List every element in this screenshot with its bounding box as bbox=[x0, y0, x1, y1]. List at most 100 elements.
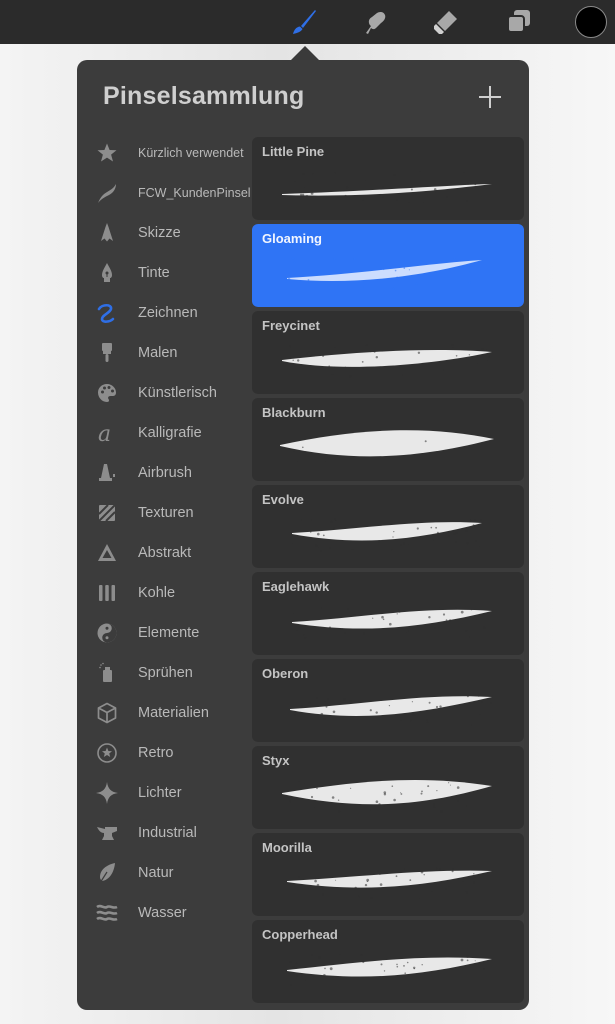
sidebar-item-zeichnen[interactable]: Zeichnen bbox=[77, 293, 251, 333]
sidebar-item-kohle[interactable]: Kohle bbox=[77, 573, 251, 613]
stroke-preview bbox=[280, 430, 494, 463]
stroke-grain bbox=[466, 542, 469, 545]
stroke-shape bbox=[282, 349, 492, 367]
brush-list[interactable]: Little Pine Gloaming Freycinet Blackburn Evo… bbox=[252, 137, 524, 1007]
stroke-grain bbox=[392, 287, 395, 290]
stroke-grain bbox=[480, 519, 482, 521]
sidebar-item-abstrakt[interactable]: Abstrakt bbox=[77, 533, 251, 573]
stroke-grain bbox=[402, 278, 404, 280]
sidebar-item-natur[interactable]: Natur bbox=[77, 853, 251, 893]
stroke-grain bbox=[474, 526, 476, 529]
brush-card-styx[interactable]: Styx bbox=[252, 746, 524, 829]
stroke-grain bbox=[487, 360, 489, 362]
sidebar-item-materialien[interactable]: Materialien bbox=[77, 693, 251, 733]
stroke-grain bbox=[293, 261, 296, 264]
stroke-grain bbox=[419, 170, 421, 172]
brush-tool-button[interactable] bbox=[288, 6, 320, 38]
panel-title: Pinselsammlung bbox=[103, 82, 305, 110]
stroke-preview bbox=[287, 953, 492, 987]
stroke-grain bbox=[327, 697, 330, 700]
stroke-grain bbox=[413, 968, 415, 970]
stroke-grain bbox=[421, 964, 423, 966]
stroke-grain bbox=[410, 188, 413, 191]
brush-set-sidebar[interactable]: Kürzlich verwendet FCW_KundenPinsel Skizze… bbox=[77, 133, 251, 933]
stroke-grain bbox=[393, 798, 396, 802]
brush-card-gloaming[interactable]: Gloaming bbox=[252, 224, 524, 307]
brush-card-copperhead[interactable]: Copperhead bbox=[252, 920, 524, 1003]
brush-card-little-pine[interactable]: Little Pine bbox=[252, 137, 524, 220]
stroke-grain bbox=[468, 281, 471, 284]
sidebar-item-wasser[interactable]: Wasser bbox=[77, 893, 251, 933]
stroke-grain bbox=[426, 721, 429, 724]
stroke-grain bbox=[383, 791, 387, 794]
texture-icon bbox=[96, 502, 118, 524]
sidebar-item-malen[interactable]: Malen bbox=[77, 333, 251, 373]
stroke-grain bbox=[428, 616, 431, 619]
stroke-grain bbox=[310, 519, 313, 521]
stroke-grain bbox=[461, 880, 464, 883]
sidebar-item-kalligrafie[interactable]: a Kalligrafie bbox=[77, 413, 251, 453]
brush-card-blackburn[interactable]: Blackburn bbox=[252, 398, 524, 481]
stroke-grain bbox=[298, 780, 300, 783]
stroke-grain bbox=[378, 368, 381, 370]
sidebar-item-texturen[interactable]: Texturen bbox=[77, 493, 251, 533]
brush-card-evolve[interactable]: Evolve bbox=[252, 485, 524, 568]
sidebar-item-retro[interactable]: Retro bbox=[77, 733, 251, 773]
sidebar-item-lichter[interactable]: Lichter bbox=[77, 773, 251, 813]
stroke-grain bbox=[349, 699, 352, 703]
stroke-grain bbox=[306, 194, 308, 197]
stroke-grain bbox=[347, 288, 349, 290]
stroke-grain bbox=[337, 810, 341, 813]
stroke-grain bbox=[287, 277, 291, 281]
color-picker-button[interactable] bbox=[575, 6, 607, 38]
stroke-grain bbox=[363, 872, 366, 876]
stroke-grain bbox=[427, 785, 430, 788]
sidebar-item-skizze[interactable]: Skizze bbox=[77, 213, 251, 253]
stroke-grain bbox=[294, 714, 297, 716]
stroke-grain bbox=[436, 790, 438, 792]
stroke-grain bbox=[375, 800, 379, 803]
stroke-grain bbox=[474, 960, 476, 962]
stroke-grain bbox=[380, 963, 383, 966]
stroke-grain bbox=[296, 629, 298, 632]
stroke-grain bbox=[455, 355, 458, 357]
stroke-grain bbox=[436, 531, 439, 534]
stroke-grain bbox=[348, 374, 352, 378]
stroke-grain bbox=[375, 711, 378, 714]
stroke-grain bbox=[472, 524, 475, 527]
add-brush-set-button[interactable] bbox=[477, 84, 503, 110]
brush-card-oberon[interactable]: Oberon bbox=[252, 659, 524, 742]
sidebar-item-industrial[interactable]: Industrial bbox=[77, 813, 251, 853]
paint-brush-icon bbox=[96, 342, 118, 364]
sidebar-item-fcw-kundenpinsel[interactable]: FCW_KundenPinsel bbox=[77, 173, 251, 213]
brush-card-freycinet[interactable]: Freycinet bbox=[252, 311, 524, 394]
sidebar-item-sprühen[interactable]: Sprühen bbox=[77, 653, 251, 693]
layers-tool-button[interactable] bbox=[502, 6, 534, 38]
stroke-grain bbox=[400, 793, 403, 795]
anvil-icon bbox=[96, 822, 118, 844]
eraser-tool-button[interactable] bbox=[430, 6, 462, 38]
stroke-grain bbox=[454, 541, 457, 544]
sidebar-item-kürzlich-verwendet[interactable]: Kürzlich verwendet bbox=[77, 133, 251, 173]
sidebar-item-tinte[interactable]: Tinte bbox=[77, 253, 251, 293]
stroke-grain bbox=[310, 795, 314, 799]
stroke-shape bbox=[290, 696, 492, 716]
sidebar-item-label: Tinte bbox=[138, 265, 170, 281]
stroke-grain bbox=[372, 617, 374, 619]
brush-card-moorilla[interactable]: Moorilla bbox=[252, 833, 524, 916]
brush-card-eaglehawk[interactable]: Eaglehawk bbox=[252, 572, 524, 655]
stroke-grain bbox=[399, 544, 402, 547]
stroke-grain bbox=[289, 809, 292, 812]
stroke-grain bbox=[382, 618, 385, 621]
stroke-grain bbox=[417, 351, 421, 354]
stroke-grain bbox=[291, 543, 293, 545]
brush-name: Freycinet bbox=[262, 318, 320, 333]
sidebar-item-künstlerisch[interactable]: Künstlerisch bbox=[77, 373, 251, 413]
sidebar-item-elemente[interactable]: Elemente bbox=[77, 613, 251, 653]
stroke-grain bbox=[433, 188, 437, 191]
stroke-grain bbox=[310, 193, 312, 195]
smudge-tool-button[interactable] bbox=[359, 6, 391, 38]
stroke-grain bbox=[460, 958, 464, 962]
sidebar-item-airbrush[interactable]: Airbrush bbox=[77, 453, 251, 493]
stroke-grain bbox=[302, 633, 305, 636]
